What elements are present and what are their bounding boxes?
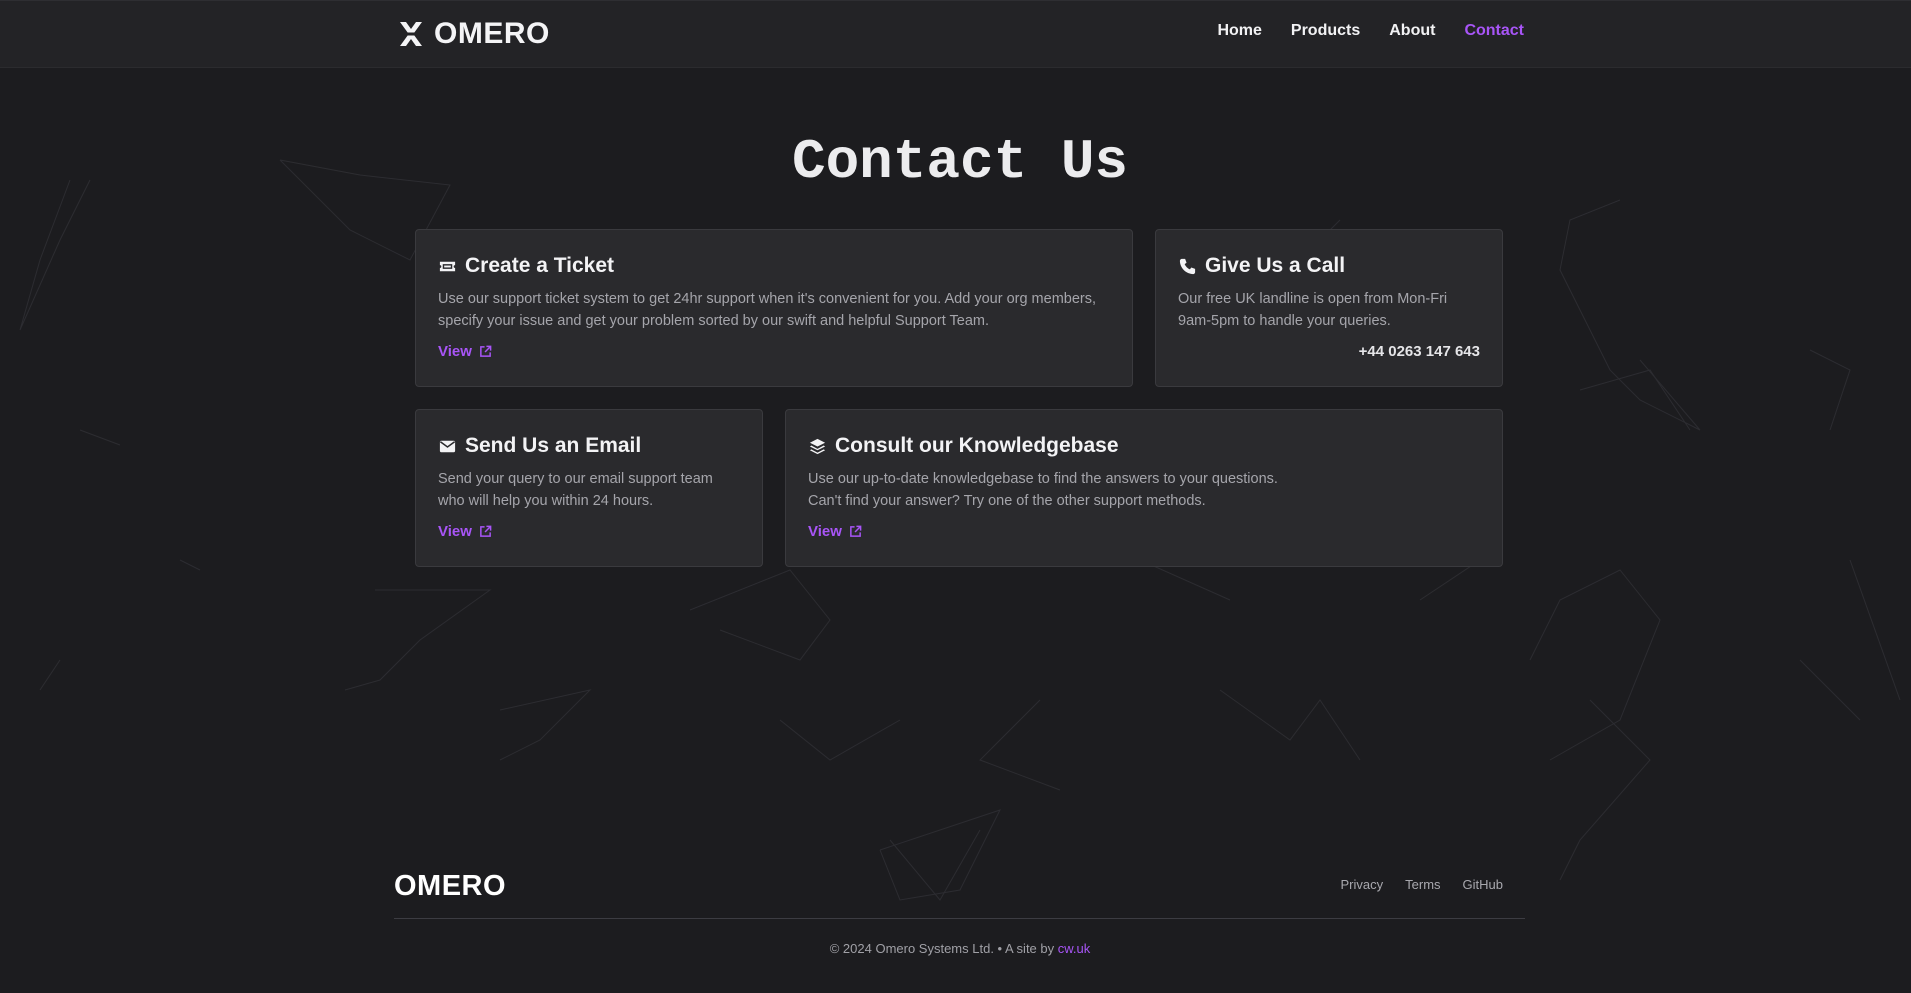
brand-logo[interactable]: OMERO <box>398 16 550 52</box>
create-ticket-heading: Create a Ticket <box>438 254 1110 278</box>
main-nav: Home Products About Contact <box>1217 22 1524 40</box>
nav-products-link[interactable]: Products <box>1291 22 1360 40</box>
knowledgebase-description: Use our up-to-date knowledgebase to find… <box>808 468 1480 512</box>
ticket-icon <box>439 261 456 271</box>
send-email-description: Send your query to our email support tea… <box>438 471 713 509</box>
create-ticket-view-link[interactable]: View <box>438 343 492 360</box>
knowledgebase-view-link[interactable]: View <box>808 523 862 540</box>
knowledgebase-text-line2: Can't find your answer? Try one of the o… <box>808 493 1206 509</box>
nav-home-link[interactable]: Home <box>1217 22 1261 40</box>
send-email-card: Send Us an Email Send your query to our … <box>415 409 763 567</box>
view-link-label: View <box>438 523 472 540</box>
copyright-notice: © 2024 Omero Systems Ltd. • A site by cw… <box>0 941 1911 956</box>
send-email-heading: Send Us an Email <box>438 434 740 458</box>
give-us-a-call-card: Give Us a Call Our free UK landline is o… <box>1155 229 1503 387</box>
cw-uk-link[interactable]: cw.uk <box>1058 941 1091 956</box>
external-link-icon <box>850 525 862 537</box>
footer-divider <box>394 918 1525 919</box>
layers-icon <box>809 438 826 454</box>
view-link-label: View <box>438 343 472 360</box>
nav-contact-link[interactable]: Contact <box>1464 22 1524 40</box>
footer-links: Privacy Terms GitHub <box>1341 877 1503 892</box>
give-us-a-call-heading: Give Us a Call <box>1178 254 1480 278</box>
copyright-text: © 2024 Omero Systems Ltd. • A site by <box>829 941 1058 956</box>
nav-about-link[interactable]: About <box>1389 22 1435 40</box>
footer-privacy-link[interactable]: Privacy <box>1341 877 1384 892</box>
envelope-icon <box>439 440 456 452</box>
give-us-a-call-description: Our free UK landline is open from Mon-Fr… <box>1178 291 1448 329</box>
top-navbar: OMERO Home Products About Contact <box>0 0 1911 68</box>
knowledgebase-text-line1: Use our up-to-date knowledgebase to find… <box>808 471 1278 487</box>
external-link-icon <box>480 525 492 537</box>
footer-logo-text: OMERO <box>394 870 506 900</box>
knowledgebase-heading: Consult our Knowledgebase <box>808 434 1480 458</box>
page-title: Contact Us <box>791 130 1129 194</box>
footer-terms-link[interactable]: Terms <box>1405 877 1440 892</box>
give-us-a-call-title: Give Us a Call <box>1205 254 1346 277</box>
knowledgebase-title: Consult our Knowledgebase <box>835 434 1119 457</box>
phone-number[interactable]: +44 0263 147 643 <box>1178 343 1480 360</box>
knowledgebase-card: Consult our Knowledgebase Use our up-to-… <box>785 409 1503 567</box>
view-link-label: View <box>808 523 842 540</box>
footer-github-link[interactable]: GitHub <box>1463 877 1503 892</box>
send-email-title: Send Us an Email <box>465 434 642 457</box>
omero-logo-icon <box>400 22 422 46</box>
create-ticket-card: Create a Ticket Use our support ticket s… <box>415 229 1133 387</box>
create-ticket-description: Use our support ticket system to get 24h… <box>438 291 1097 329</box>
brand-name: OMERO <box>434 17 550 50</box>
footer-logo[interactable]: OMERO <box>394 870 506 905</box>
create-ticket-title: Create a Ticket <box>465 254 615 277</box>
send-email-view-link[interactable]: View <box>438 523 492 540</box>
omero-wordmark-logo: OMERO <box>394 870 506 902</box>
phone-icon <box>1179 258 1196 274</box>
external-link-icon <box>480 345 492 357</box>
